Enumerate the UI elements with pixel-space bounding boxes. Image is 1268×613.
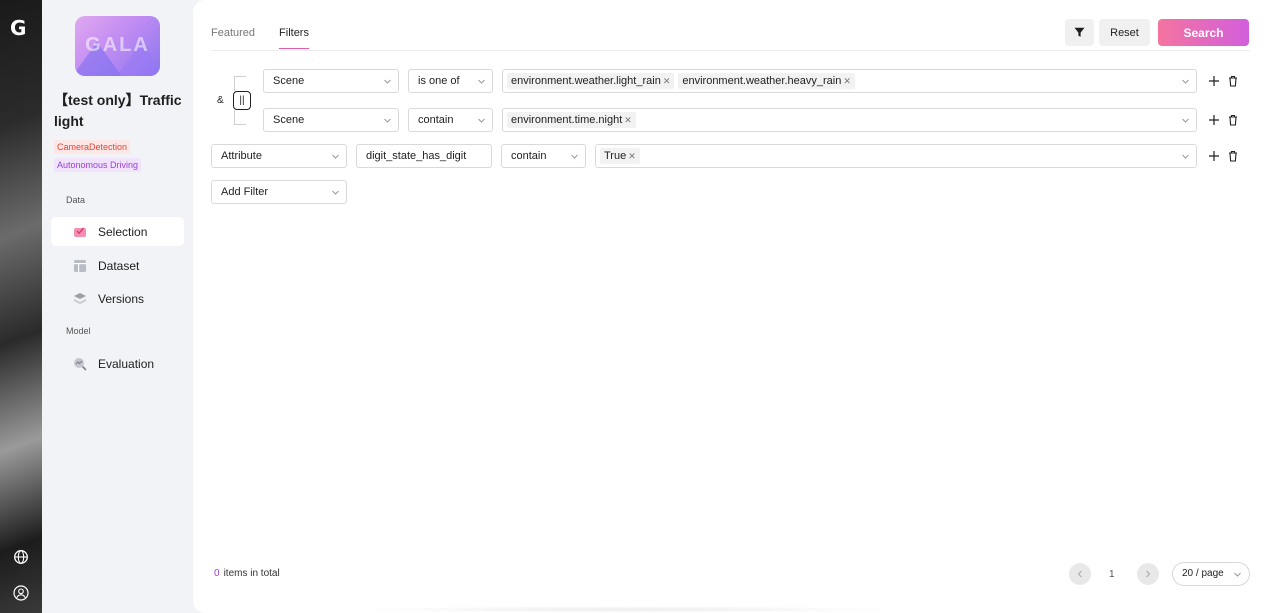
main-panel: Featured Filters Reset Search & || Scene… [193,0,1268,613]
close-icon[interactable]: ✕ [624,115,632,125]
sidebar-item-evaluation[interactable]: Evaluation [51,349,184,378]
items-count: 0 [214,568,220,579]
chevron-left-icon [1077,570,1082,578]
page-size-select[interactable]: 20 / page [1172,562,1250,586]
delete-icon[interactable] [1227,75,1239,87]
search-button[interactable]: Search [1158,19,1249,46]
add-filter-label: Add Filter [221,186,269,198]
filter-operator-select[interactable]: contain [501,144,586,168]
sidebar-item-dataset[interactable]: Dataset [51,251,184,280]
tab-featured[interactable]: Featured [211,0,255,51]
tab-bar: Featured Filters [211,0,333,51]
attribute-name-value: digit_state_has_digit [366,150,467,162]
sidebar-item-label: Dataset [98,258,140,273]
chevron-down-icon [1182,154,1189,159]
close-icon[interactable]: ✕ [663,76,671,86]
items-count-suffix: items in total [223,568,280,579]
app-rail: G [0,0,42,613]
chevron-down-icon [332,190,339,195]
tag-autonomous-driving: Autonomous Driving [54,158,142,172]
filter-operator-value: contain [511,150,547,162]
attribute-name-input[interactable]: digit_state_has_digit [356,144,492,168]
user-icon[interactable] [13,585,29,601]
filter-field-select[interactable]: Attribute [211,144,347,168]
chevron-down-icon [1182,118,1189,123]
value-chip: True ✕ [600,148,640,164]
tab-filters[interactable]: Filters [279,0,309,51]
chevron-down-icon [1234,572,1241,577]
value-chip: environment.time.night ✕ [507,112,636,128]
chevron-down-icon [1182,79,1189,84]
selection-icon [74,227,86,237]
chevron-down-icon [571,154,578,159]
filter-operator-value: is one of [418,75,460,87]
section-label-model: Model [66,326,91,336]
filter-values-select[interactable]: environment.time.night ✕ [502,108,1197,132]
chevron-down-icon [478,118,485,123]
reset-button[interactable]: Reset [1099,19,1150,46]
chevron-right-icon [1146,570,1151,578]
page-size-value: 20 / page [1182,568,1224,579]
add-filter-select[interactable]: Add Filter [211,180,347,204]
filter-values-select[interactable]: True ✕ [595,144,1197,168]
bottom-shadow [343,606,913,613]
tag-camera-detection: CameraDetection [54,140,131,154]
chevron-down-icon [478,79,485,84]
filter-operator-select[interactable]: is one of [408,69,493,93]
filter-operator-select[interactable]: contain [408,108,493,132]
sidebar-item-label: Versions [98,291,145,306]
add-icon[interactable] [1208,75,1220,87]
delete-icon[interactable] [1227,150,1239,162]
chevron-down-icon [332,154,339,159]
filter-field-value: Scene [273,114,305,126]
filter-field-value: Scene [273,75,305,87]
filter-toggle-button[interactable] [1065,19,1094,46]
project-thumbnail-text: GALA [85,34,150,56]
app-logo[interactable]: G [10,16,32,40]
versions-icon [74,292,86,304]
close-icon[interactable]: ✕ [628,151,636,161]
delete-icon[interactable] [1227,114,1239,126]
project-thumbnail: GALA [75,16,160,76]
items-total: 0 items in total [214,568,280,579]
chevron-down-icon [384,79,391,84]
next-page-button[interactable] [1137,563,1159,585]
sidebar-item-label: Selection [98,224,148,239]
add-icon[interactable] [1208,150,1220,162]
value-chip: environment.weather.light_rain ✕ [507,73,675,89]
prev-page-button[interactable] [1069,563,1091,585]
filter-field-select[interactable]: Scene [263,69,399,93]
group-bracket-bottom [234,110,246,125]
group-bracket-top [234,76,246,91]
dataset-icon [74,259,86,272]
filter-operator-value: contain [418,114,454,126]
close-icon[interactable]: ✕ [843,76,851,86]
globe-icon[interactable] [13,549,29,565]
sidebar-item-selection[interactable]: Selection [51,217,184,246]
current-page[interactable]: 1 [1109,569,1115,580]
value-chip: environment.weather.heavy_rain ✕ [678,73,855,89]
logic-or-toggle[interactable]: || [233,91,251,110]
logic-and-toggle[interactable]: & [217,95,224,106]
filter-values-select[interactable]: environment.weather.light_rain ✕ environme… [502,69,1197,93]
funnel-icon [1074,27,1085,37]
sidebar: GALA 【test only】Traffic light CameraDete… [42,0,193,613]
evaluation-icon [74,357,87,371]
filter-field-select[interactable]: Scene [263,108,399,132]
sidebar-item-versions[interactable]: Versions [51,284,184,313]
project-name: 【test only】Traffic light [54,92,182,129]
section-label-data: Data [66,195,86,205]
sidebar-item-label: Evaluation [98,356,155,371]
add-icon[interactable] [1208,114,1220,126]
header-divider [211,50,1250,51]
filter-field-value: Attribute [221,150,262,162]
chevron-down-icon [384,118,391,123]
